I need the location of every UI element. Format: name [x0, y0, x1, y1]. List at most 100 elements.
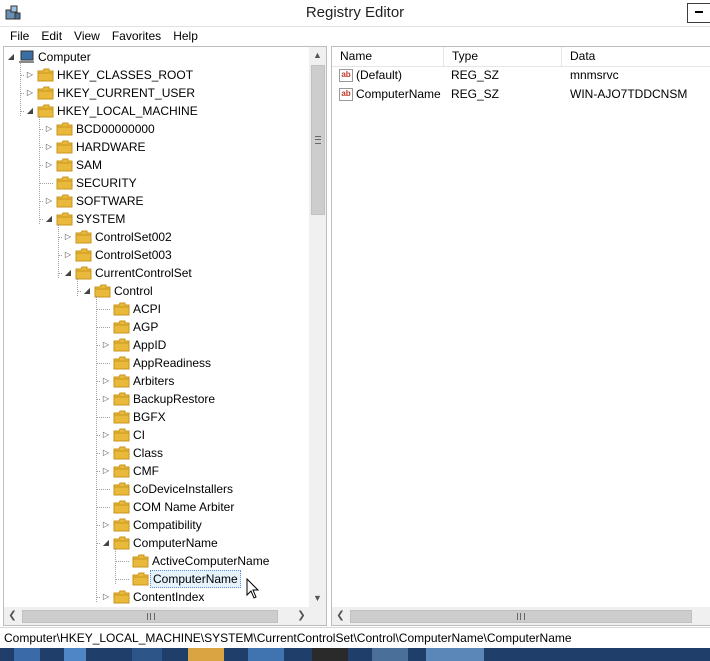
title-bar: Registry Editor	[0, 0, 710, 27]
collapsed-arrow-icon[interactable]: ▷	[24, 84, 36, 102]
column-header-name[interactable]: Name	[332, 47, 444, 66]
list-horizontal-scrollbar[interactable]: ❮	[332, 607, 710, 625]
expanded-arrow-icon[interactable]: ◢	[24, 102, 36, 120]
tree-node[interactable]: SECURITY	[4, 174, 310, 192]
tree-horizontal-scrollbar[interactable]: ❮ ❯	[4, 607, 310, 625]
taskbar-item[interactable]	[188, 648, 224, 661]
no-expander	[119, 552, 131, 570]
string-value-icon: ab	[339, 88, 353, 101]
folder-icon	[37, 86, 54, 100]
tree-node[interactable]: ▷ CI	[4, 426, 310, 444]
scroll-left-icon[interactable]: ❮	[4, 607, 21, 625]
tree-node[interactable]: ▷ HKEY_CURRENT_USER	[4, 84, 310, 102]
collapsed-arrow-icon[interactable]: ▷	[100, 426, 112, 444]
key-tree-pane[interactable]: ◢ Computer ▷ HKEY_CLASSES_ROOT ▷ HKEY_CURRENT…	[3, 46, 327, 626]
list-header: Name Type Data	[332, 47, 710, 67]
taskbar-item[interactable]	[64, 648, 86, 661]
collapsed-arrow-icon[interactable]: ▷	[43, 120, 55, 138]
tree-node[interactable]: ▷ HARDWARE	[4, 138, 310, 156]
tree-vertical-scroll-thumb[interactable]	[311, 65, 325, 215]
taskbar-item[interactable]	[132, 648, 162, 661]
tree-node[interactable]: ◢ SYSTEM	[4, 210, 310, 228]
menu-favorites[interactable]: Favorites	[106, 27, 167, 45]
expanded-arrow-icon[interactable]: ◢	[81, 282, 93, 300]
scroll-up-icon[interactable]: ▲	[309, 47, 326, 64]
tree-guide-line	[39, 116, 40, 224]
collapsed-arrow-icon[interactable]: ▷	[100, 588, 112, 606]
tree-node-label: SOFTWARE	[76, 194, 144, 208]
expanded-arrow-icon[interactable]: ◢	[100, 534, 112, 552]
tree-node[interactable]: CoDeviceInstallers	[4, 480, 310, 498]
menu-edit[interactable]: Edit	[35, 27, 68, 45]
value-row[interactable]: ab ComputerName REG_SZ WIN-AJO7TDDCNSM	[332, 85, 710, 104]
start-button[interactable]	[14, 648, 40, 661]
tree-node[interactable]: ◢ Control	[4, 282, 310, 300]
tree-node-label: Class	[133, 446, 164, 460]
collapsed-arrow-icon[interactable]: ▷	[100, 336, 112, 354]
tree-node[interactable]: ▷ ControlSet003	[4, 246, 310, 264]
scroll-left-icon[interactable]: ❮	[332, 607, 349, 625]
collapsed-arrow-icon[interactable]: ▷	[100, 462, 112, 480]
tree-node-label: AGP	[133, 320, 159, 334]
tree-node[interactable]: ▷ ControlSet002	[4, 228, 310, 246]
collapsed-arrow-icon[interactable]: ▷	[100, 390, 112, 408]
minimize-button[interactable]	[687, 3, 710, 23]
collapsed-arrow-icon[interactable]: ▷	[100, 372, 112, 390]
menu-help[interactable]: Help	[167, 27, 204, 45]
tree-vertical-scrollbar[interactable]: ▲ ▼	[309, 47, 326, 607]
folder-icon	[75, 248, 92, 262]
tree-node[interactable]: ▷ SAM	[4, 156, 310, 174]
value-row[interactable]: ab (Default) REG_SZ mnmsrvc	[332, 66, 710, 85]
tree-node[interactable]: ▷ AppID	[4, 336, 310, 354]
tree-node[interactable]: ▷ CMF	[4, 462, 310, 480]
tree-node[interactable]: BGFX	[4, 408, 310, 426]
collapsed-arrow-icon[interactable]: ▷	[62, 228, 74, 246]
collapsed-arrow-icon[interactable]: ▷	[43, 156, 55, 174]
tree-node[interactable]: ▷ Arbiters	[4, 372, 310, 390]
expanded-arrow-icon[interactable]: ◢	[43, 210, 55, 228]
scroll-right-icon[interactable]: ❯	[293, 607, 310, 625]
collapsed-arrow-icon[interactable]: ▷	[24, 66, 36, 84]
collapsed-arrow-icon[interactable]: ▷	[43, 138, 55, 156]
collapsed-arrow-icon[interactable]: ▷	[100, 516, 112, 534]
tree-node[interactable]: ◢ CurrentControlSet	[4, 264, 310, 282]
tree-node[interactable]: ◢ Computer	[4, 48, 310, 66]
tree-node[interactable]: ▷ BCD00000000	[4, 120, 310, 138]
no-expander	[100, 408, 112, 426]
tree-node[interactable]: ▷ Class	[4, 444, 310, 462]
tree-node[interactable]: ▷ BackupRestore	[4, 390, 310, 408]
values-list-pane[interactable]: Name Type Data ab (Default) REG_SZ mnmsr…	[331, 46, 710, 626]
tree-node-label: CurrentControlSet	[95, 266, 192, 280]
tree-horizontal-scroll-thumb[interactable]	[22, 610, 278, 623]
tree-node[interactable]: AppReadiness	[4, 354, 310, 372]
tree-node[interactable]: ◢ ComputerName	[4, 534, 310, 552]
tree-node[interactable]: COM Name Arbiter	[4, 498, 310, 516]
tree-node-label: CMF	[133, 464, 159, 478]
column-header-type[interactable]: Type	[444, 47, 562, 66]
tree-node[interactable]: ▷ SOFTWARE	[4, 192, 310, 210]
taskbar-item[interactable]	[372, 648, 408, 661]
folder-icon	[113, 518, 130, 532]
menu-file[interactable]: File	[4, 27, 35, 45]
tree-node[interactable]: ◢ HKEY_LOCAL_MACHINE	[4, 102, 310, 120]
scroll-down-icon[interactable]: ▼	[309, 590, 326, 607]
taskbar-item-active[interactable]	[426, 648, 484, 661]
menu-view[interactable]: View	[68, 27, 106, 45]
column-header-data[interactable]: Data	[562, 47, 710, 66]
collapsed-arrow-icon[interactable]: ▷	[43, 192, 55, 210]
tree-node[interactable]: ActiveComputerName	[4, 552, 310, 570]
tree-node[interactable]: ▷ Compatibility	[4, 516, 310, 534]
tree-node-label: CI	[133, 428, 145, 442]
tree-node[interactable]: ▷ ContentIndex	[4, 588, 310, 606]
collapsed-arrow-icon[interactable]: ▷	[62, 246, 74, 264]
tree-node[interactable]: ComputerName	[4, 570, 310, 588]
tree-node[interactable]: ACPI	[4, 300, 310, 318]
expanded-arrow-icon[interactable]: ◢	[62, 264, 74, 282]
tree-node[interactable]: AGP	[4, 318, 310, 336]
list-horizontal-scroll-thumb[interactable]	[350, 610, 692, 623]
taskbar-item[interactable]	[248, 648, 284, 661]
tree-node[interactable]: ▷ HKEY_CLASSES_ROOT	[4, 66, 310, 84]
taskbar-item[interactable]	[312, 648, 348, 661]
expanded-arrow-icon[interactable]: ◢	[5, 48, 17, 66]
collapsed-arrow-icon[interactable]: ▷	[100, 444, 112, 462]
